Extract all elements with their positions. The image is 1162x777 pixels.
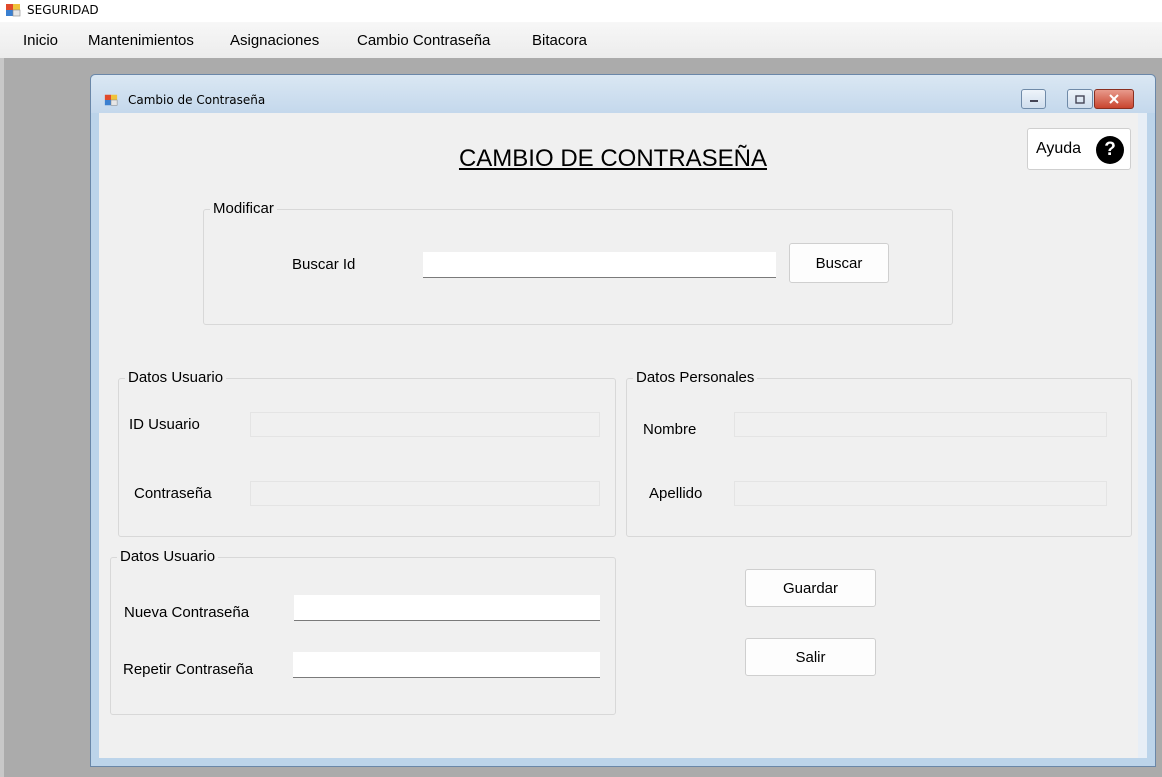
menu-item-inicio[interactable]: Inicio	[23, 32, 58, 49]
help-label: Ayuda	[1036, 140, 1082, 157]
form-icon	[104, 94, 118, 106]
search-id-input[interactable]	[423, 252, 776, 278]
help-button[interactable]: Ayuda ?	[1027, 128, 1131, 170]
child-titlebar[interactable]: Cambio de Contraseña	[91, 75, 1155, 113]
close-button[interactable]	[1094, 89, 1134, 109]
mdi-left-edge	[0, 58, 4, 777]
group-nueva-contrasena-legend: Datos Usuario	[117, 548, 219, 565]
menu-item-mantenimientos[interactable]: Mantenimientos	[88, 32, 194, 49]
group-datos-usuario: Datos Usuario ID Usuario Contraseña	[118, 369, 616, 537]
group-modificar-legend: Modificar	[210, 200, 277, 217]
minimize-button[interactable]	[1021, 89, 1046, 109]
help-icon: ?	[1096, 136, 1124, 164]
maximize-icon	[1075, 94, 1085, 104]
app-title: SEGURIDAD	[27, 3, 99, 17]
client-edge	[1138, 113, 1147, 758]
current-password-field[interactable]	[250, 481, 600, 506]
maximize-button[interactable]	[1067, 89, 1093, 109]
name-label: Nombre	[643, 421, 697, 438]
group-datos-personales: Datos Personales Nombre Apellido	[626, 369, 1132, 537]
new-password-input[interactable]	[294, 595, 600, 621]
surname-label: Apellido	[649, 485, 703, 502]
minimize-icon	[1029, 100, 1038, 102]
child-window-title: Cambio de Contraseña	[128, 93, 266, 107]
name-field[interactable]	[734, 412, 1107, 437]
group-nueva-contrasena: Datos Usuario Nueva Contraseña Repetir C…	[110, 548, 616, 715]
child-window: Cambio de Contraseña CAMBIO DE CONTRASEÑ…	[90, 74, 1156, 767]
save-button[interactable]: Guardar	[745, 569, 876, 607]
menu-item-bitacora[interactable]: Bitacora	[532, 32, 587, 49]
search-button[interactable]: Buscar	[789, 243, 889, 283]
app-titlebar: SEGURIDAD	[0, 0, 1162, 22]
user-id-label: ID Usuario	[129, 416, 200, 433]
app-window: SEGURIDAD Inicio Mantenimientos Asignaci…	[0, 0, 1162, 777]
exit-button[interactable]: Salir	[745, 638, 876, 676]
repeat-password-input[interactable]	[293, 652, 600, 678]
page-title-text: CAMBIO DE CONTRASEÑA	[458, 145, 768, 172]
user-id-field[interactable]	[250, 412, 600, 437]
client-area: CAMBIO DE CONTRASEÑA Ayuda ? Modificar B…	[99, 113, 1147, 758]
page-title: CAMBIO DE CONTRASEÑA	[99, 145, 1147, 173]
surname-field[interactable]	[734, 481, 1107, 506]
close-icon	[1109, 94, 1119, 104]
menu-item-cambio-contrasena[interactable]: Cambio Contraseña	[357, 32, 490, 49]
new-password-label: Nueva Contraseña	[124, 604, 250, 621]
current-password-label: Contraseña	[134, 485, 212, 502]
group-datos-usuario-legend: Datos Usuario	[125, 369, 227, 386]
search-id-label: Buscar Id	[292, 256, 356, 273]
repeat-password-label: Repetir Contraseña	[123, 661, 254, 678]
group-datos-personales-legend: Datos Personales	[633, 369, 758, 386]
app-form-icon	[6, 4, 21, 17]
menu-item-asignaciones[interactable]: Asignaciones	[230, 32, 319, 49]
menu-bar: Inicio Mantenimientos Asignaciones Cambi…	[0, 22, 1162, 59]
group-modificar: Modificar Buscar Id Buscar	[203, 200, 953, 325]
